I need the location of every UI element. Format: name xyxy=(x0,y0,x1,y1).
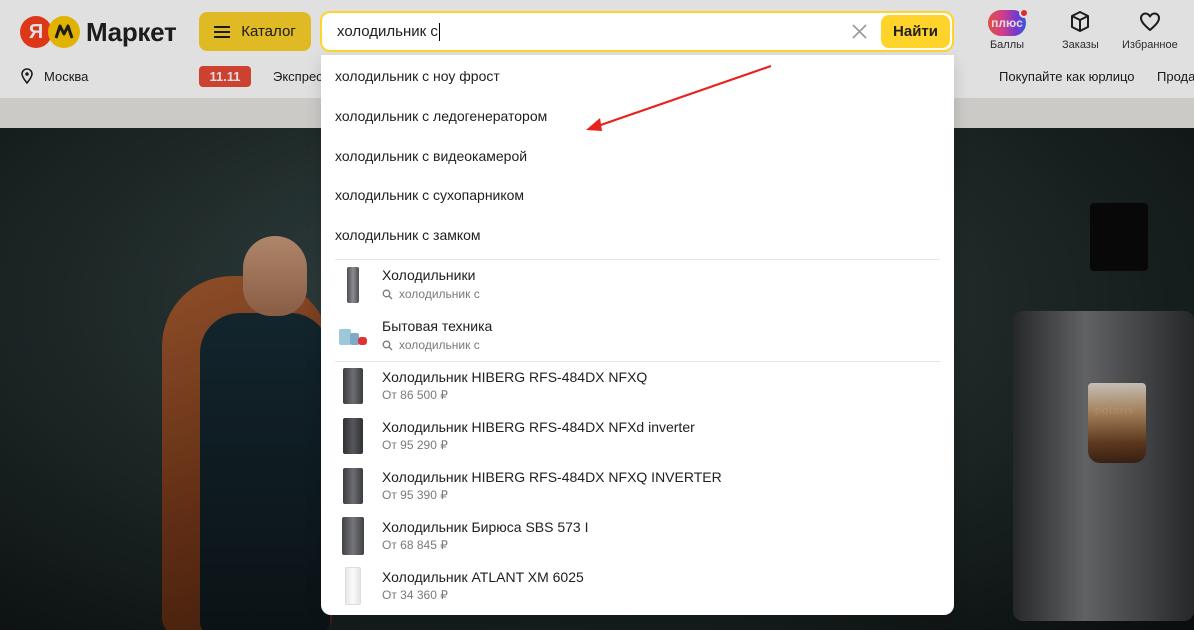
product-title[interactable]: Холодильник HIBERG RFS-484DX NFXd invert… xyxy=(382,419,695,435)
product-thumbnail xyxy=(339,566,367,606)
category-title[interactable]: Холодильники xyxy=(382,267,475,283)
category-query-text: холодильник с xyxy=(399,287,480,301)
notification-dot xyxy=(1019,8,1029,18)
text-caret xyxy=(438,23,440,42)
plus-points-link[interactable]: плюс Баллы xyxy=(988,8,1029,51)
person-image xyxy=(200,313,330,630)
suggestion-item[interactable]: холодильник с сухопарником xyxy=(335,187,524,203)
person-head-image xyxy=(243,236,307,316)
logo[interactable]: Я Маркет xyxy=(20,15,177,49)
search-box[interactable]: холодильник с Найти xyxy=(320,11,954,52)
location-name: Москва xyxy=(44,68,89,84)
logo-text: Маркет xyxy=(86,16,177,47)
suggestion-item[interactable]: холодильник с видеокамерой xyxy=(335,148,527,164)
divider xyxy=(335,259,940,260)
orders-label: Заказы xyxy=(1062,39,1099,51)
plus-label: Баллы xyxy=(989,39,1025,51)
product-price: От 34 360 ₽ xyxy=(382,588,448,602)
coffee-cup-image xyxy=(1088,383,1146,463)
product-price: От 95 290 ₽ xyxy=(382,438,448,452)
product-thumbnail xyxy=(339,466,367,506)
market-logo-icon xyxy=(48,16,80,48)
location-pin-icon xyxy=(21,68,33,84)
product-thumbnail xyxy=(339,416,367,456)
nav-sell[interactable]: Прода xyxy=(1157,69,1194,84)
search-icon xyxy=(382,340,393,350)
favorites-label: Избранное xyxy=(1122,39,1178,51)
category-query: холодильник с xyxy=(382,287,480,301)
product-title[interactable]: Холодильник HIBERG RFS-484DX NFXQ xyxy=(382,369,647,385)
product-title[interactable]: Холодильник Бирюса SBS 573 I xyxy=(382,519,589,535)
product-price: От 95 390 ₽ xyxy=(382,488,448,502)
heart-icon xyxy=(1139,12,1160,31)
product-thumbnail xyxy=(339,366,367,406)
nav-legal-entity[interactable]: Покупайте как юрлицо xyxy=(999,69,1135,84)
product-thumbnail xyxy=(339,516,367,556)
favorites-link[interactable]: Избранное xyxy=(1122,10,1178,51)
suggestion-item[interactable]: холодильник с замком xyxy=(335,227,481,243)
plus-badge: плюс xyxy=(988,8,1029,36)
catalog-button[interactable]: Каталог xyxy=(199,12,311,51)
plus-badge-text: плюс xyxy=(991,16,1023,30)
product-price: От 68 845 ₽ xyxy=(382,538,448,552)
orders-link[interactable]: Заказы xyxy=(1062,10,1099,51)
product-price: От 86 500 ₽ xyxy=(382,388,448,402)
suggestion-item[interactable]: холодильник с ноу фрост xyxy=(335,68,500,84)
divider xyxy=(335,361,940,362)
product-title[interactable]: Холодильник HIBERG RFS-484DX NFXQ INVERT… xyxy=(382,469,722,485)
coffee-machine-screen xyxy=(1090,203,1148,271)
fridge-thumbnail xyxy=(339,265,367,305)
search-query: холодильник с xyxy=(337,23,438,40)
appliances-thumbnail xyxy=(339,316,367,356)
search-suggestions: холодильник с ноу фрост холодильник с ле… xyxy=(321,55,954,615)
menu-icon xyxy=(214,25,231,38)
suggestion-item[interactable]: холодильник с ледогенератором xyxy=(335,108,547,124)
location-selector[interactable]: Москва xyxy=(20,68,88,84)
search-input[interactable]: холодильник с xyxy=(337,13,440,50)
coffee-machine-image xyxy=(1013,311,1194,621)
catalog-label: Каталог xyxy=(241,23,296,40)
product-title[interactable]: Холодильник ATLANT ХМ 6025 xyxy=(382,569,584,585)
search-icon xyxy=(382,289,393,299)
category-query-text: холодильник с xyxy=(399,338,480,352)
search-button[interactable]: Найти xyxy=(881,15,950,48)
close-icon[interactable] xyxy=(850,22,869,41)
promo-badge[interactable]: 11.11 xyxy=(199,66,251,87)
box-icon xyxy=(1071,11,1090,32)
category-query: холодильник с xyxy=(382,338,480,352)
category-title[interactable]: Бытовая техника xyxy=(382,318,492,334)
